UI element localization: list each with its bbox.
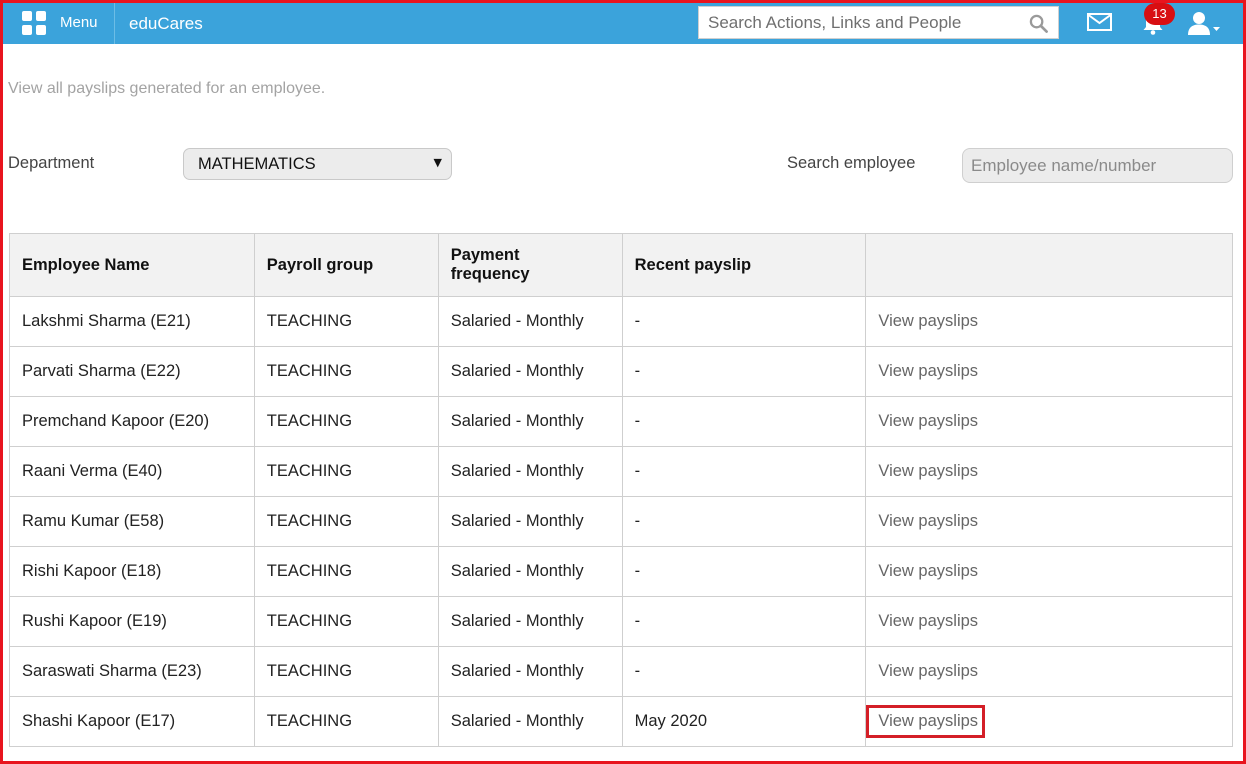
payroll-group-cell: TEACHING	[253, 396, 439, 447]
header-actions	[865, 233, 1233, 297]
employee-name-cell: Parvati Sharma (E22)	[9, 346, 255, 397]
user-icon[interactable]	[1187, 10, 1223, 36]
payslip-table: Employee Name Payroll group Payment freq…	[9, 233, 1233, 747]
employee-name-cell: Saraswati Sharma (E23)	[9, 646, 255, 697]
recent-payslip-cell: -	[621, 596, 867, 647]
payment-frequency-cell: Salaried - Monthly	[437, 646, 623, 697]
employee-name-cell: Shashi Kapoor (E17)	[9, 696, 255, 747]
payroll-group-cell: TEACHING	[253, 696, 439, 747]
employee-name-cell: Rishi Kapoor (E18)	[9, 546, 255, 597]
recent-payslip-cell: -	[621, 346, 867, 397]
employee-name-cell: Rushi Kapoor (E19)	[9, 596, 255, 647]
payment-frequency-cell: Salaried - Monthly	[437, 396, 623, 447]
table-row: Parvati Sharma (E22) TEACHING Salaried - M…	[9, 346, 1233, 397]
department-select[interactable]: MATHEMATICS ▼	[183, 148, 452, 180]
payment-frequency-cell: Salaried - Monthly	[437, 496, 623, 547]
view-payslips-link-highlighted[interactable]: View payslips	[866, 705, 986, 738]
payment-frequency-cell: Salaried - Monthly	[437, 546, 623, 597]
view-payslips-link[interactable]: View payslips	[878, 662, 978, 680]
header-payroll-group: Payroll group	[253, 233, 439, 297]
view-payslips-link[interactable]: View payslips	[878, 312, 978, 330]
recent-payslip-cell: -	[621, 296, 867, 347]
employee-name-cell: Ramu Kumar (E58)	[9, 496, 255, 547]
employee-name-cell: Lakshmi Sharma (E21)	[9, 296, 255, 347]
view-payslips-link[interactable]: View payslips	[878, 362, 978, 380]
search-employee-label: Search employee	[787, 154, 916, 172]
menu-button[interactable]: Menu	[3, 3, 115, 44]
table-row: Shashi Kapoor (E17) TEACHING Salaried - Mo…	[9, 696, 1233, 747]
table-row: Rishi Kapoor (E18) TEACHING Salaried - Mon…	[9, 546, 1233, 597]
table-row: Lakshmi Sharma (E21) TEACHING Salaried - M…	[9, 296, 1233, 347]
grid-icon	[22, 11, 48, 37]
recent-payslip-cell: -	[621, 396, 867, 447]
view-payslips-link[interactable]: View payslips	[878, 612, 978, 630]
menu-label: Menu	[60, 14, 98, 31]
recent-payslip-cell: -	[621, 496, 867, 547]
page-subtitle: View all payslips generated for an emplo…	[8, 80, 326, 97]
recent-payslip-cell: -	[621, 646, 867, 697]
payment-frequency-cell: Salaried - Monthly	[437, 696, 623, 747]
payment-frequency-cell: Salaried - Monthly	[437, 446, 623, 497]
employee-name-cell: Premchand Kapoor (E20)	[9, 396, 255, 447]
brand-name[interactable]: eduCares	[129, 14, 203, 34]
global-search	[698, 6, 1059, 39]
recent-payslip-cell: -	[621, 546, 867, 597]
view-payslips-link[interactable]: View payslips	[878, 462, 978, 480]
table-row: Ramu Kumar (E58) TEACHING Salaried - Month…	[9, 496, 1233, 547]
payroll-group-cell: TEACHING	[253, 646, 439, 697]
department-label: Department	[8, 154, 95, 172]
recent-payslip-cell: -	[621, 446, 867, 497]
search-icon[interactable]	[1029, 14, 1048, 33]
payment-frequency-cell: Salaried - Monthly	[437, 596, 623, 647]
header-employee-name: Employee Name	[9, 233, 255, 297]
notification-badge[interactable]: 13	[1144, 3, 1175, 25]
mail-icon[interactable]	[1087, 12, 1112, 32]
top-navigation-bar: Menu eduCares 13	[3, 3, 1243, 44]
view-payslips-link[interactable]: View payslips	[878, 512, 978, 530]
view-payslips-cell: View payslips	[865, 346, 1233, 397]
view-payslips-cell: View payslips	[865, 646, 1233, 697]
view-payslips-cell: View payslips	[865, 696, 1233, 747]
payroll-group-cell: TEACHING	[253, 346, 439, 397]
view-payslips-cell: View payslips	[865, 296, 1233, 347]
view-payslips-link[interactable]: View payslips	[878, 562, 978, 580]
payroll-group-cell: TEACHING	[253, 296, 439, 347]
employee-search-input[interactable]	[963, 149, 1232, 182]
recent-payslip-cell: May 2020	[621, 696, 867, 747]
payment-frequency-cell: Salaried - Monthly	[437, 346, 623, 397]
view-payslips-cell: View payslips	[865, 596, 1233, 647]
department-selected-value: MATHEMATICS	[198, 155, 316, 173]
view-payslips-cell: View payslips	[865, 496, 1233, 547]
table-row: Rushi Kapoor (E19) TEACHING Salaried - Mon…	[9, 596, 1233, 647]
table-row: Saraswati Sharma (E23) TEACHING Salaried -…	[9, 646, 1233, 697]
employee-name-cell: Raani Verma (E40)	[9, 446, 255, 497]
payroll-group-cell: TEACHING	[253, 446, 439, 497]
payment-frequency-cell: Salaried - Monthly	[437, 296, 623, 347]
view-payslips-cell: View payslips	[865, 396, 1233, 447]
header-payment-frequency-text: Payment frequency	[450, 246, 530, 283]
header-recent-payslip: Recent payslip	[621, 233, 867, 297]
payroll-group-cell: TEACHING	[253, 496, 439, 547]
table-row: Raani Verma (E40) TEACHING Salaried - Mont…	[9, 446, 1233, 497]
view-payslips-cell: View payslips	[865, 546, 1233, 597]
dropdown-caret-icon: ▼	[433, 156, 442, 169]
employee-search-box	[962, 148, 1233, 183]
view-payslips-cell: View payslips	[865, 446, 1233, 497]
table-row: Premchand Kapoor (E20) TEACHING Salaried -…	[9, 396, 1233, 447]
header-payment-frequency: Payment frequency	[437, 233, 623, 297]
global-search-input[interactable]	[699, 7, 1009, 38]
view-payslips-link[interactable]: View payslips	[878, 412, 978, 430]
payroll-group-cell: TEACHING	[253, 546, 439, 597]
table-header-row: Employee Name Payroll group Payment freq…	[9, 233, 1233, 297]
payroll-group-cell: TEACHING	[253, 596, 439, 647]
